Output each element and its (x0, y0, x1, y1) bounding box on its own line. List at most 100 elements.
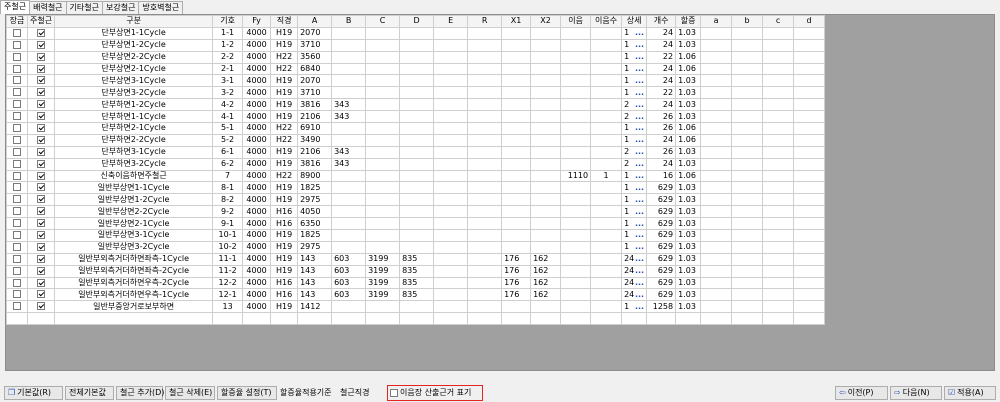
cell-fy[interactable]: 4000 (242, 38, 272, 52)
cell-b[interactable] (331, 38, 367, 52)
cell-ext[interactable]: 1.03 (675, 193, 702, 207)
cell-x2[interactable] (530, 300, 562, 314)
cell-extra-d[interactable] (793, 205, 826, 219)
cell-extra-b[interactable] (731, 110, 764, 124)
cell-x2[interactable] (530, 145, 562, 159)
detail-cell[interactable]: 1... (621, 169, 648, 183)
cell-jcnt[interactable] (590, 252, 623, 266)
cell-x2[interactable] (530, 86, 562, 100)
cell-c[interactable] (365, 193, 401, 207)
cell-e[interactable] (433, 157, 469, 171)
cell-ext[interactable]: 1.03 (675, 86, 702, 100)
lock-cell[interactable] (6, 193, 28, 207)
joint-basis-checkbox[interactable]: 이음장 산출근거 표기 (387, 385, 483, 401)
lock-cell[interactable] (6, 169, 28, 183)
table-row[interactable]: 단부상면1-1Cycle 1-1 4000 H19 2070 1... 24 1.03 (6, 26, 826, 40)
cell-fy[interactable]: 4000 (242, 229, 272, 242)
cell-extra-d[interactable] (793, 169, 826, 183)
cell-fy[interactable]: 4000 (242, 86, 272, 100)
detail-cell[interactable]: 1... (621, 133, 648, 147)
cell-ext[interactable]: 1.06 (675, 169, 702, 183)
cell-c[interactable]: 3199 (365, 252, 401, 266)
cell-d[interactable] (399, 181, 435, 195)
table-row[interactable]: 일반부상면3-2Cycle 10-2 4000 H19 2975 1... 629 1.03 (6, 240, 826, 254)
table-row[interactable]: 단부하면1-2Cycle 4-2 4000 H19 3816 343 2... 24 1.03 (6, 98, 826, 112)
cell-jcnt[interactable] (590, 133, 623, 147)
detail-cell[interactable]: 2... (621, 110, 648, 124)
cell-sym[interactable]: 1-2 (212, 38, 244, 52)
rebar-name-cell[interactable]: 단부하면2-2Cycle (54, 133, 214, 147)
table-row[interactable]: 일반부외측거더하면좌측-1Cycle 11-1 4000 H19 143 603 3199 8… (6, 252, 826, 266)
main-rebar-cell[interactable] (26, 62, 56, 76)
cell-extra-d[interactable] (793, 288, 826, 302)
cell-e[interactable] (433, 62, 469, 76)
cell-extra-d[interactable] (793, 240, 826, 254)
cell-r[interactable] (467, 217, 503, 231)
cell-c[interactable] (365, 157, 401, 171)
cell-cnt[interactable]: 24 (646, 133, 677, 147)
cell-extra-d[interactable] (793, 133, 826, 147)
cell-sym[interactable]: 10-2 (212, 240, 244, 254)
detail-ellipsis-button[interactable]: ... (635, 195, 644, 205)
cell-d[interactable] (399, 74, 435, 88)
column-header[interactable]: d (793, 15, 826, 28)
table-row[interactable]: 일반부상면1-2Cycle 8-2 4000 H19 2975 1... 629 1.03 (6, 193, 826, 207)
cell-extra-a[interactable] (700, 252, 733, 266)
cell-extra-b[interactable] (731, 264, 764, 278)
prev-button[interactable]: ⇦ 이전(P) (835, 386, 888, 400)
main-rebar-cell[interactable] (26, 98, 56, 112)
column-header[interactable]: D (399, 15, 435, 28)
lock-checkbox[interactable] (13, 100, 21, 109)
column-header[interactable]: E (433, 15, 469, 28)
cell-joint[interactable] (560, 300, 592, 314)
cell-cnt[interactable]: 24 (646, 157, 677, 171)
cell-fy[interactable]: 4000 (242, 74, 272, 88)
cell-e[interactable] (433, 26, 469, 40)
cell-extra-d[interactable] (793, 193, 826, 207)
cell-a[interactable]: 2070 (297, 26, 333, 40)
cell-jcnt[interactable] (590, 276, 623, 290)
table-row[interactable]: 단부하면3-1Cycle 6-1 4000 H19 2106 343 2... 26 1.03 (6, 145, 826, 159)
cell-sym[interactable]: 11-1 (212, 252, 244, 266)
cell-d[interactable] (399, 193, 435, 207)
cell-a[interactable]: 1412 (297, 300, 333, 314)
cell-cnt[interactable]: 629 (646, 288, 677, 302)
cell-fy[interactable]: 4000 (242, 264, 272, 278)
cell-dia[interactable]: H19 (270, 229, 299, 242)
rebar-name-cell[interactable]: 일반부상면1-1Cycle (54, 181, 214, 195)
cell-joint[interactable] (560, 133, 592, 147)
cell-extra-d[interactable] (793, 229, 826, 242)
cell-sym[interactable]: 2-1 (212, 62, 244, 76)
main-rebar-checkbox[interactable] (37, 100, 46, 109)
cell-cnt[interactable]: 629 (646, 193, 677, 207)
cell-dia[interactable]: H22 (270, 169, 299, 183)
detail-cell[interactable]: 1... (621, 86, 648, 100)
rebar-name-cell[interactable]: 단부상면3-2Cycle (54, 86, 214, 100)
detail-cell[interactable]: 1... (621, 240, 648, 254)
cell-cnt[interactable]: 22 (646, 86, 677, 100)
cell-sym[interactable]: 3-2 (212, 86, 244, 100)
lock-cell[interactable] (6, 157, 28, 171)
cell-e[interactable] (433, 145, 469, 159)
cell-r[interactable] (467, 110, 503, 124)
cell-x1[interactable]: 176 (501, 276, 532, 290)
cell-fy[interactable]: 4000 (242, 133, 272, 147)
cell-extra-b[interactable] (731, 205, 764, 219)
cell-ext[interactable]: 1.03 (675, 74, 702, 88)
cell-d[interactable] (399, 240, 435, 254)
rebar-name-cell[interactable]: 일반부상면3-1Cycle (54, 229, 214, 242)
cell-x2[interactable] (530, 205, 562, 219)
cell-joint[interactable] (560, 157, 592, 171)
cell-a[interactable]: 2070 (297, 74, 333, 88)
cell-joint[interactable] (560, 26, 592, 40)
cell-x2[interactable]: 162 (530, 276, 562, 290)
cell-a[interactable]: 3816 (297, 98, 333, 112)
detail-cell[interactable]: 24... (621, 252, 648, 266)
column-header[interactable]: 상세 (621, 15, 648, 28)
cell-extra-b[interactable] (731, 300, 764, 314)
cell-x1[interactable] (501, 157, 532, 171)
cell-extra-c[interactable] (762, 110, 795, 124)
cell-d[interactable] (399, 133, 435, 147)
cell-r[interactable] (467, 74, 503, 88)
lock-cell[interactable] (6, 86, 28, 100)
